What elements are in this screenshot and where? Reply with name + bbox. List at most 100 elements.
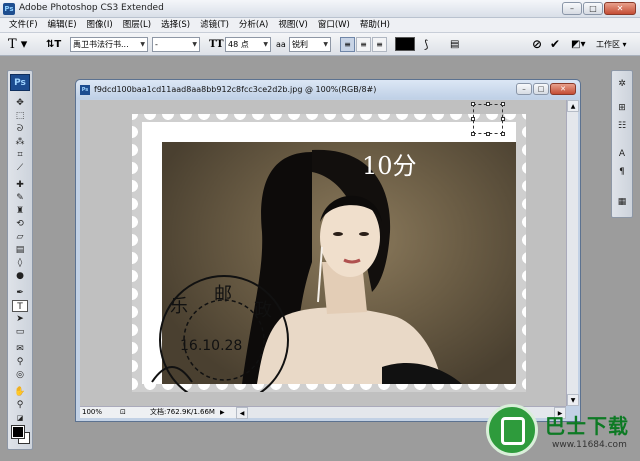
tool-preset-picker[interactable]: T ▾ — [8, 37, 38, 52]
close-button[interactable]: ✕ — [604, 2, 636, 15]
layers-panel-icon[interactable]: ▦ — [615, 195, 629, 209]
menu-edit[interactable]: 编辑(E) — [45, 18, 80, 32]
transform-handle[interactable] — [501, 102, 505, 106]
cancel-icon[interactable]: ⊘ — [532, 37, 546, 52]
font-family-select[interactable]: 禹卫书法行书... ▼ — [70, 37, 148, 52]
menu-filter[interactable]: 滤镜(T) — [197, 18, 232, 32]
zoom-tool-icon[interactable]: ⚲ — [12, 399, 28, 411]
window-title: Adobe Photoshop CS3 Extended — [19, 3, 164, 13]
antialias-icon: aa — [276, 40, 286, 49]
transform-bounding-box[interactable] — [471, 102, 505, 136]
transform-handle[interactable] — [501, 132, 505, 136]
menu-file[interactable]: 文件(F) — [6, 18, 41, 32]
minimize-button[interactable]: – — [562, 2, 582, 15]
path-selection-icon[interactable]: ➤ — [12, 313, 28, 325]
transform-handle[interactable] — [486, 132, 490, 136]
vertical-scrollbar[interactable]: ▲ ▼ — [566, 100, 579, 406]
panel-dock: ✲ ⊞ ☷ A ¶ ▦ — [611, 70, 633, 218]
healing-brush-icon[interactable]: ✚ — [12, 179, 28, 191]
document-window: Ps f9dcd100baa1cd11aad8aa8bb912c8fcc3ce2… — [75, 79, 581, 422]
brushes-icon[interactable]: ☷ — [615, 119, 629, 133]
actions-icon[interactable]: ⊞ — [615, 101, 629, 115]
pen-tool-icon[interactable]: ✒ — [12, 287, 28, 299]
doc-maximize-button[interactable]: □ — [533, 83, 549, 95]
transform-handle[interactable] — [486, 102, 490, 106]
watermark-url: www.11684.com — [552, 440, 627, 450]
text-color-swatch[interactable] — [395, 37, 415, 51]
status-info-icon[interactable]: ⊡ — [120, 407, 126, 418]
gradient-tool-icon[interactable]: ▤ — [12, 244, 28, 256]
warp-text-icon[interactable]: ⟆ — [424, 37, 438, 52]
doc-close-button[interactable]: ✕ — [550, 83, 576, 95]
font-size-select[interactable]: 48 点 ▼ — [225, 37, 271, 52]
antialias-select[interactable]: 锐利 ▼ — [289, 37, 331, 52]
document-window-controls: – □ ✕ — [516, 83, 576, 95]
menu-bar: 文件(F) 编辑(E) 图像(I) 图层(L) 选择(S) 滤镜(T) 分析(A… — [0, 18, 640, 32]
menu-layer[interactable]: 图层(L) — [120, 18, 154, 32]
character-palette-icon[interactable]: ▤ — [450, 37, 464, 52]
document-title-bar: Ps f9dcd100baa1cd11aad8aa8bb912c8fcc3ce2… — [76, 80, 580, 99]
marquee-tool-icon[interactable]: ⬚ — [12, 110, 28, 122]
font-family-value: 禹卫书法行书... — [73, 40, 129, 49]
font-style-select[interactable]: - ▼ — [152, 37, 200, 52]
postmark-char-1: 乐 — [170, 296, 188, 317]
hand-tool-icon[interactable]: ✋ — [12, 386, 28, 398]
menu-select[interactable]: 选择(S) — [158, 18, 193, 32]
lasso-tool-icon[interactable]: ᘐ — [12, 123, 28, 135]
window-controls: – □ ✕ — [562, 2, 636, 15]
shape-tool-icon[interactable]: ▭ — [12, 326, 28, 338]
stamp-image[interactable]: 10分 乐 邮 政 16.10.28 — [132, 102, 526, 392]
character-panel-icon[interactable]: A — [615, 147, 629, 161]
notes-tool-icon[interactable]: ✉ — [12, 343, 28, 355]
transform-handle[interactable] — [501, 117, 505, 121]
crop-tool-icon[interactable]: ⌗ — [12, 149, 28, 161]
clone-stamp-icon[interactable]: ♜ — [12, 205, 28, 217]
type-tool-icon[interactable]: T — [12, 300, 28, 312]
transform-handle[interactable] — [471, 132, 475, 136]
3d-rotate-tool-icon[interactable]: ◎ — [12, 369, 28, 381]
options-bar: T ▾ ⇅T 禹卫书法行书... ▼ - ▼ TT 48 点 ▼ aa 锐利 ▼ ≡ ≡… — [0, 32, 640, 56]
chevron-down-icon: ▼ — [140, 41, 145, 48]
history-brush-icon[interactable]: ⟲ — [12, 218, 28, 230]
bridge-icon[interactable]: ◩▾ — [571, 37, 589, 52]
scroll-down-icon[interactable]: ▼ — [567, 394, 579, 406]
menu-help[interactable]: 帮助(H) — [357, 18, 393, 32]
align-right-button[interactable]: ≡ — [372, 37, 387, 52]
navigator-icon[interactable]: ✲ — [615, 77, 629, 91]
eraser-tool-icon[interactable]: ▱ — [12, 231, 28, 243]
menu-view[interactable]: 视图(V) — [275, 18, 310, 32]
transform-handle[interactable] — [471, 102, 475, 106]
doc-minimize-button[interactable]: – — [516, 83, 532, 95]
transform-handle[interactable] — [471, 117, 475, 121]
blur-tool-icon[interactable]: ◊ — [12, 257, 28, 269]
menu-image[interactable]: 图像(I) — [84, 18, 116, 32]
text-orientation-icon[interactable]: ⇅T — [46, 37, 61, 52]
eyedropper-tool-icon[interactable]: ⚲ — [12, 356, 28, 368]
canvas-area[interactable]: 10分 乐 邮 政 16.10.28 — [80, 100, 566, 406]
foreground-color-swatch[interactable] — [11, 425, 25, 439]
dodge-tool-icon[interactable]: ● — [12, 270, 28, 282]
title-bar: Ps Adobe Photoshop CS3 Extended – □ ✕ — [0, 0, 640, 18]
scroll-left-icon[interactable]: ◀ — [236, 407, 248, 419]
brush-tool-icon[interactable]: ✎ — [12, 192, 28, 204]
ps-document-icon: Ps — [80, 85, 90, 95]
move-tool-icon[interactable]: ✥ — [12, 97, 28, 109]
magic-wand-tool-icon[interactable]: ⁂ — [12, 136, 28, 148]
status-menu-icon[interactable]: ▶ — [220, 407, 225, 418]
maximize-button[interactable]: □ — [583, 2, 603, 15]
default-colors-icon[interactable]: ◪ — [12, 412, 28, 424]
commit-check-icon[interactable]: ✔ — [550, 37, 564, 52]
scroll-up-icon[interactable]: ▲ — [567, 100, 579, 112]
align-left-button[interactable]: ≡ — [340, 37, 355, 52]
postmark-char-3: 政 — [254, 300, 272, 321]
menu-analysis[interactable]: 分析(A) — [236, 18, 271, 32]
postmark: 乐 邮 政 16.10.28 — [151, 275, 289, 392]
workspace-menu[interactable]: 工作区 ▾ — [596, 37, 636, 52]
zoom-level[interactable]: 100% — [82, 407, 102, 418]
slice-tool-icon[interactable]: ⟋ — [12, 162, 28, 174]
stamp-denomination: 10分 — [362, 152, 417, 180]
paragraph-panel-icon[interactable]: ¶ — [615, 165, 629, 179]
align-center-button[interactable]: ≡ — [356, 37, 371, 52]
postmark-char-2: 邮 — [214, 284, 232, 305]
menu-window[interactable]: 窗口(W) — [315, 18, 353, 32]
